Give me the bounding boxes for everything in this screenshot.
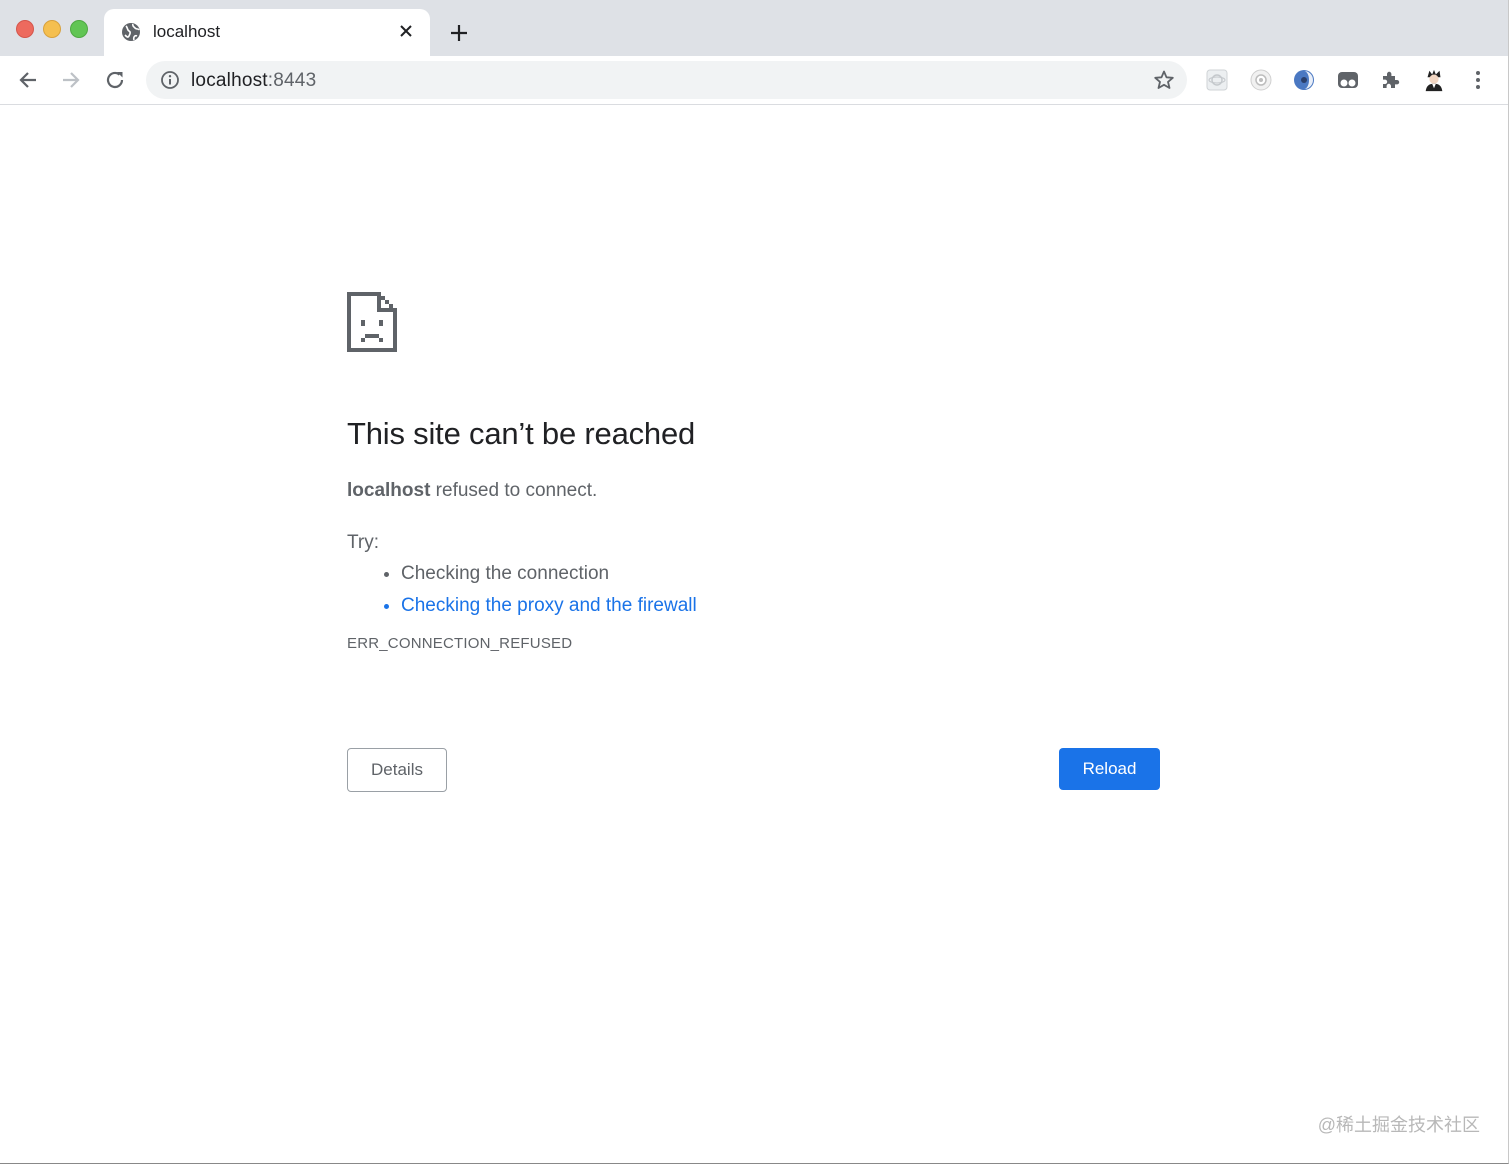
extension-icon-4[interactable] [1336,68,1360,92]
page-title: This site can’t be reached [347,416,696,451]
arrow-left-icon[interactable] [14,66,42,94]
error-message: refused to connect. [430,480,598,501]
tab-strip: localhost [0,0,1508,56]
sad-document-icon [347,292,397,352]
browser-window: localhost localhost:8443 This site can’t… [0,0,1509,1164]
tab-localhost[interactable]: localhost [104,9,430,56]
error-host: localhost [347,480,431,501]
puzzle-icon[interactable] [1379,68,1403,92]
info-icon[interactable] [160,70,180,90]
window-close-button[interactable] [16,20,34,38]
star-icon[interactable] [1153,69,1175,91]
reload-button[interactable]: Reload [1059,748,1160,790]
extension-icon-1[interactable] [1205,68,1229,92]
url-port: :8443 [267,70,317,91]
profile-avatar-icon[interactable] [1422,68,1446,92]
url-host: localhost [191,70,268,91]
error-code: ERR_CONNECTION_REFUSED [347,635,573,652]
address-bar-url[interactable]: localhost:8443 [191,70,316,92]
details-button[interactable]: Details [347,748,447,792]
suggestion-proxy-firewall-link[interactable]: Checking the proxy and the firewall [401,594,1160,617]
arrow-right-icon[interactable] [57,66,85,94]
try-label: Try: [347,532,380,553]
window-zoom-button[interactable] [70,20,88,38]
close-icon[interactable] [396,21,416,41]
reload-icon[interactable] [101,66,129,94]
extension-icon-3[interactable] [1292,68,1316,92]
watermark: @稀土掘金技术社区 [1317,1115,1480,1135]
globe-icon [121,22,141,42]
kebab-menu-icon[interactable] [1466,68,1490,92]
browser-toolbar: localhost:8443 [0,56,1508,105]
error-page: This site can’t be reached localhost ref… [347,292,1160,792]
window-minimize-button[interactable] [43,20,61,38]
address-bar[interactable]: localhost:8443 [146,61,1187,99]
error-subtitle: localhost refused to connect. [347,480,1160,502]
suggestion-list: Checking the connection Checking the pro… [347,562,1160,617]
suggestion-check-connection: Checking the connection [401,562,1160,585]
extension-icon-2[interactable] [1249,68,1273,92]
plus-icon[interactable] [446,20,472,46]
tab-title: localhost [153,22,221,41]
